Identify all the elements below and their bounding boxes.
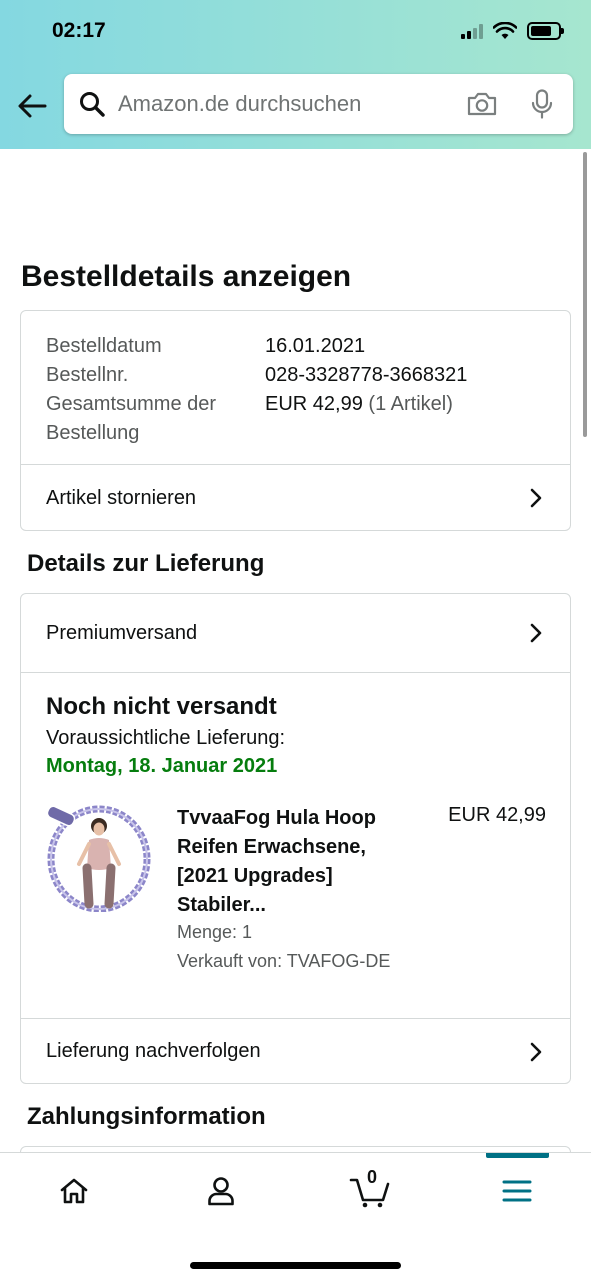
account-icon xyxy=(208,1177,234,1206)
order-number-label: Bestellnr. xyxy=(46,364,129,386)
chevron-right-icon xyxy=(526,488,546,508)
tab-cart[interactable]: 0 xyxy=(340,1167,400,1211)
delivery-card: Premiumversand Noch nicht versandt Vorau… xyxy=(20,593,571,1084)
order-total-amount: EUR 42,99 xyxy=(265,393,363,415)
header: 02:17 Amazon.de durchsuchen xyxy=(0,0,591,149)
payment-section-title: Zahlungsinformation xyxy=(27,1103,266,1130)
order-number-value: 028-3328778-3668321 xyxy=(265,364,468,386)
track-delivery-label: Lieferung nachverfolgen xyxy=(46,1040,261,1062)
home-indicator xyxy=(190,1262,401,1269)
order-summary-card: Bestelldatum 16.01.2021 Bestellnr. 028-3… xyxy=(20,310,571,531)
back-button[interactable] xyxy=(14,88,50,124)
product-image[interactable] xyxy=(45,802,153,913)
back-arrow-icon xyxy=(18,94,47,118)
product-title[interactable]: TvvaaFog Hula Hoop Reifen Erwachsene, [2… xyxy=(177,804,417,920)
delivery-section-title: Details zur Lieferung xyxy=(27,550,265,577)
shipping-method-link[interactable]: Premiumversand xyxy=(21,594,570,672)
product-quantity: Menge: 1 xyxy=(177,922,253,942)
tab-account[interactable] xyxy=(191,1171,251,1211)
battery-icon xyxy=(527,22,564,40)
divider xyxy=(21,672,570,673)
order-info: Bestelldatum 16.01.2021 Bestellnr. 028-3… xyxy=(46,332,467,448)
shipping-method-label: Premiumversand xyxy=(46,621,198,644)
order-total-value: EUR 42,99 (1 Artikel) xyxy=(265,390,453,448)
order-date-value: 16.01.2021 xyxy=(265,335,366,357)
expected-delivery-date: Montag, 18. Januar 2021 xyxy=(46,755,278,777)
chevron-right-icon xyxy=(526,623,546,643)
chevron-right-icon xyxy=(526,1042,546,1062)
order-date-row: Bestelldatum 16.01.2021 xyxy=(46,332,467,361)
order-number-row: Bestellnr. 028-3328778-3668321 xyxy=(46,361,467,390)
order-item-count: (1 Artikel) xyxy=(368,393,453,415)
home-icon xyxy=(60,1178,88,1204)
order-total-label: Gesamtsumme der Bestellung xyxy=(46,393,217,444)
cancel-items-label: Artikel stornieren xyxy=(46,486,197,509)
search-bar[interactable]: Amazon.de durchsuchen xyxy=(64,74,573,134)
shipment-status: Noch nicht versandt xyxy=(46,693,277,720)
product-seller: Verkauft von: TVAFOG-DE xyxy=(177,951,391,971)
cancel-items-link[interactable]: Artikel stornieren xyxy=(21,464,570,531)
tab-home[interactable] xyxy=(44,1171,104,1211)
status-icons xyxy=(461,22,564,40)
page-title: Bestelldetails anzeigen xyxy=(21,260,352,293)
camera-icon[interactable] xyxy=(465,87,499,121)
active-tab-indicator xyxy=(486,1153,549,1158)
scrollbar[interactable] xyxy=(583,152,587,437)
signal-icon xyxy=(461,23,483,39)
cart-count-badge: 0 xyxy=(366,1167,377,1187)
product-price: EUR 42,99 xyxy=(448,804,546,826)
bottom-tab-bar: 0 xyxy=(0,1152,591,1280)
wifi-icon xyxy=(493,22,517,39)
search-icon xyxy=(78,90,106,118)
expected-delivery-label: Voraussichtliche Lieferung: xyxy=(46,727,286,749)
search-input[interactable]: Amazon.de durchsuchen xyxy=(118,91,465,117)
microphone-icon[interactable] xyxy=(527,87,557,121)
order-total-row: Gesamtsumme der Bestellung EUR 42,99 (1 … xyxy=(46,390,467,448)
track-delivery-link[interactable]: Lieferung nachverfolgen xyxy=(21,1018,570,1084)
tab-menu[interactable] xyxy=(487,1171,547,1211)
order-date-label: Bestelldatum xyxy=(46,335,162,357)
status-time: 02:17 xyxy=(52,19,106,42)
menu-icon xyxy=(502,1180,532,1202)
